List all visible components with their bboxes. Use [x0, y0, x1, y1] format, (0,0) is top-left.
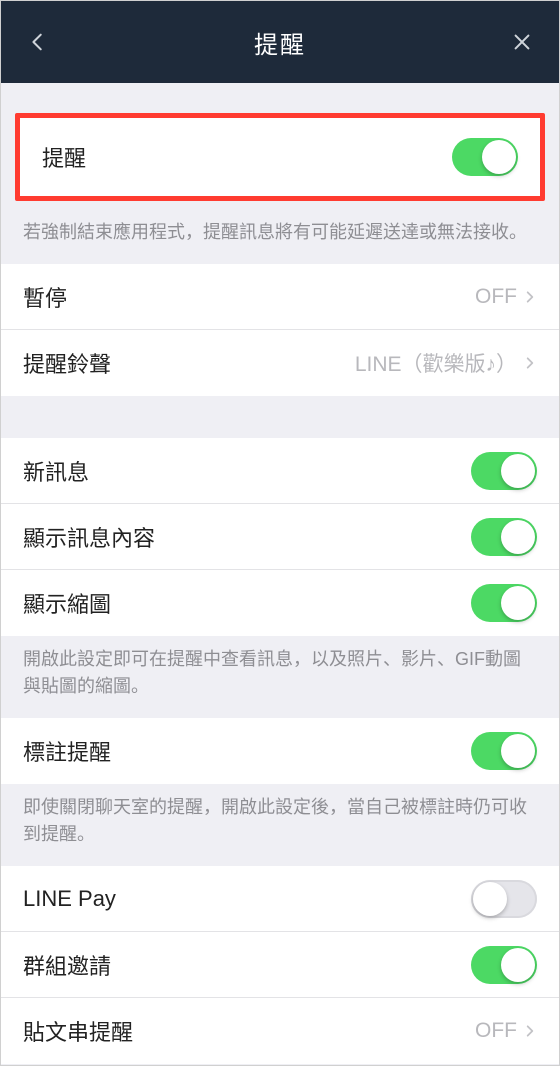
note-mention: 即使關閉聊天室的提醒，開啟此設定後，當自己被標註時仍可收到提醒。 [1, 784, 559, 866]
row-linepay: LINE Pay [1, 866, 559, 932]
row-label: 提醒 [42, 141, 86, 173]
row-new-messages: 新訊息 [1, 438, 559, 504]
row-label: 群組邀請 [23, 949, 111, 981]
note-thumbnail: 開啟此設定即可在提醒中查看訊息，以及照片、影片、GIF動圖與貼圖的縮圖。 [1, 636, 559, 718]
row-pause[interactable]: 暫停 OFF [1, 264, 559, 330]
highlight-box: 提醒 [15, 113, 545, 201]
note-notifications: 若強制結束應用程式，提醒訊息將有可能延遲送達或無法接收。 [1, 209, 559, 264]
header-bar: 提醒 [1, 1, 559, 83]
chevron-right-icon [523, 352, 537, 374]
toggle-thumbnail[interactable] [471, 584, 537, 622]
toggle-mention[interactable] [471, 732, 537, 770]
row-label: 貼文串提醒 [23, 1015, 133, 1047]
row-thumbnail: 顯示縮圖 [1, 570, 559, 636]
chevron-right-icon [523, 1020, 537, 1042]
row-label: 新訊息 [23, 455, 89, 487]
row-value: OFF [475, 285, 537, 309]
row-value: OFF [475, 1019, 537, 1043]
close-button[interactable] [507, 27, 537, 57]
row-label: 標註提醒 [23, 735, 111, 767]
group-misc: LINE Pay 群組邀請 貼文串提醒 OFF [1, 866, 559, 1064]
row-label: LINE Pay [23, 886, 116, 912]
row-preview: 顯示訊息內容 [1, 504, 559, 570]
row-label: 顯示縮圖 [23, 587, 111, 619]
settings-screen: 提醒 提醒 若強制結束應用程式，提醒訊息將有可能延遲送達或無法接收。 暫停 OF… [0, 0, 560, 1066]
row-value: LINE（歡樂版♪） [355, 348, 537, 378]
toggle-notifications[interactable] [452, 138, 518, 176]
row-timeline[interactable]: 貼文串提醒 OFF [1, 998, 559, 1064]
toggle-preview[interactable] [471, 518, 537, 556]
toggle-group-invite[interactable] [471, 946, 537, 984]
header-title: 提醒 [53, 25, 507, 60]
row-group-invite: 群組邀請 [1, 932, 559, 998]
group-messages: 新訊息 顯示訊息內容 顯示縮圖 [1, 438, 559, 636]
row-sound[interactable]: 提醒鈴聲 LINE（歡樂版♪） [1, 330, 559, 396]
row-label: 顯示訊息內容 [23, 521, 155, 553]
row-notifications: 提醒 [20, 118, 540, 196]
chevron-right-icon [523, 286, 537, 308]
row-label: 提醒鈴聲 [23, 347, 111, 379]
toggle-new-messages[interactable] [471, 452, 537, 490]
back-button[interactable] [23, 27, 53, 57]
toggle-linepay[interactable] [471, 880, 537, 918]
row-mention: 標註提醒 [1, 718, 559, 784]
row-label: 暫停 [23, 281, 67, 313]
group-mention: 標註提醒 [1, 718, 559, 784]
group-pause-sound: 暫停 OFF 提醒鈴聲 LINE（歡樂版♪） [1, 264, 559, 396]
